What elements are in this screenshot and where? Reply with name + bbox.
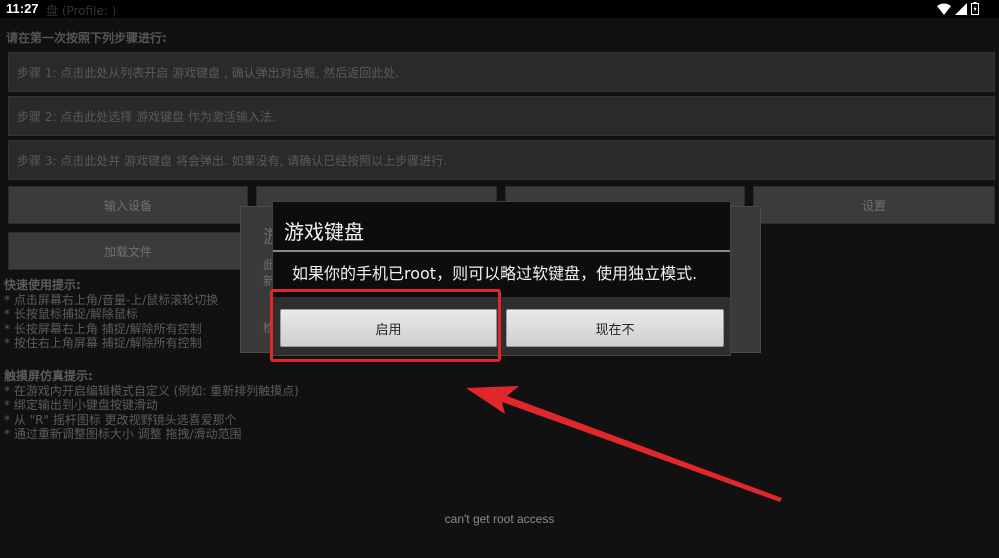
- toast-message: can't get root access: [444, 512, 555, 526]
- annotation-arrow-icon: [466, 386, 782, 502]
